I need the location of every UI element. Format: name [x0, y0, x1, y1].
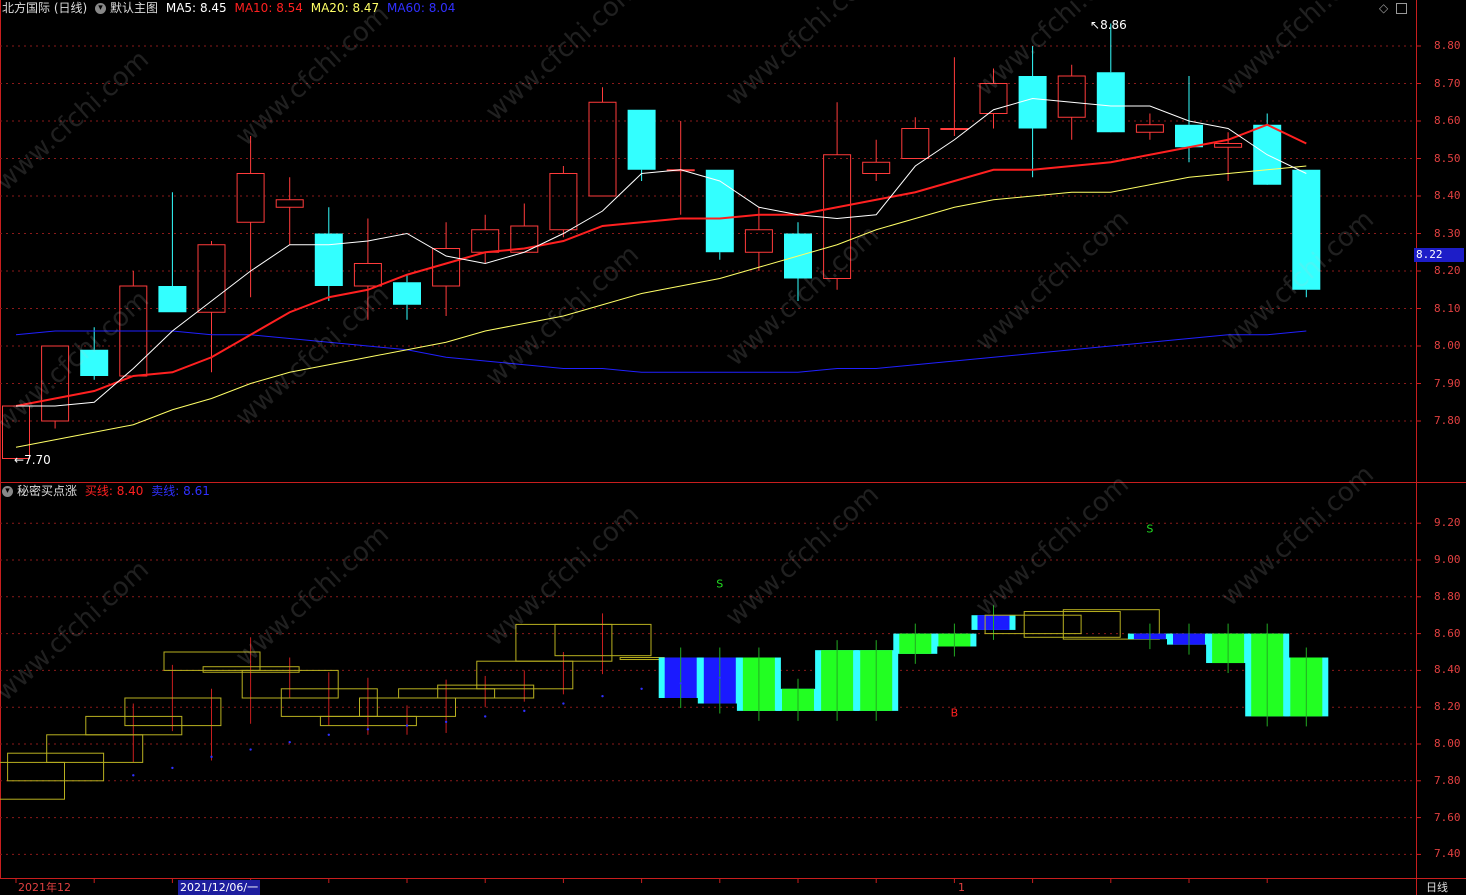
current-price-tag: 8.22 — [1414, 248, 1464, 262]
low-price-label: 7.70 — [24, 453, 51, 467]
indicator-tick-label: 7.80 — [1434, 773, 1461, 787]
ma20-label: MA20: — [310, 1, 349, 15]
ma60-value: 8.04 — [428, 1, 456, 15]
indicator-box-flat — [619, 657, 665, 661]
diamond-icon[interactable]: ◇ — [1379, 1, 1388, 15]
ma60-label: MA60: — [386, 1, 425, 15]
indicator-dot — [562, 702, 565, 705]
low-arrow-icon: ← — [14, 453, 25, 467]
candle-up — [940, 128, 969, 130]
price-tick-label: 8.60 — [1434, 114, 1461, 127]
indicator-dot — [640, 687, 643, 690]
ma5-line — [16, 97, 1307, 407]
indicator-dot — [288, 740, 291, 744]
indicator-tick-label: 8.20 — [1434, 700, 1461, 714]
candle-up — [549, 173, 578, 231]
ma5-label: MA5: — [165, 1, 197, 15]
upper-header: 北方国际 (日线) ▾ 默认主图 MA5: 8.45 MA10: 8.54 MA2… — [2, 0, 459, 16]
candle-up — [588, 101, 617, 197]
price-tick-label: 8.40 — [1434, 189, 1461, 202]
candle-up — [275, 199, 304, 208]
ma10-label: MA10: — [234, 1, 273, 15]
indicator-dot — [132, 774, 135, 777]
price-tick-label: 7.80 — [1434, 414, 1461, 427]
indicator-dot — [484, 715, 487, 718]
price-tick-label: 8.50 — [1434, 151, 1461, 165]
indicator-dot — [679, 682, 682, 685]
price-tick-label: 8.80 — [1434, 39, 1461, 52]
indicator-tick-label: 8.60 — [1434, 626, 1461, 640]
indicator-menu-icon[interactable]: ▾ — [2, 486, 13, 497]
candle-down — [314, 233, 343, 286]
candle-down — [627, 109, 656, 170]
price-tick-label: 8.70 — [1434, 76, 1461, 90]
indicator-box-hollow — [7, 752, 105, 782]
candle-up — [901, 128, 930, 159]
price-tick-label: 8.20 — [1434, 264, 1461, 277]
candle-up — [862, 161, 891, 174]
candle-down — [1175, 124, 1203, 148]
price-tick-label: 8.30 — [1434, 226, 1461, 240]
indicator-dot — [444, 720, 448, 724]
indicator-tick-label: 8.80 — [1434, 589, 1461, 603]
indicator-dot — [249, 748, 252, 751]
template-menu-icon[interactable]: ▾ — [95, 3, 107, 14]
date-tick-1: 1 — [958, 881, 965, 894]
indicator-dot — [210, 755, 213, 759]
candle-down — [1018, 76, 1047, 129]
buy-line-label: 买线: — [84, 484, 113, 498]
indicator-tick-label: 9.00 — [1434, 553, 1461, 566]
candle-up — [197, 244, 226, 313]
candle-up — [1214, 143, 1243, 148]
indicator-dot — [523, 709, 526, 713]
indicator-box-hollow — [46, 734, 144, 763]
template-name[interactable]: 默认主图 — [110, 1, 158, 15]
indicator-dot — [366, 728, 370, 731]
ma5-value: 8.45 — [199, 1, 227, 15]
high-price-label: 8.86 — [1100, 18, 1127, 32]
price-tick-label: 8.00 — [1434, 339, 1461, 352]
indicator-dot — [718, 676, 721, 679]
candle-down — [1096, 72, 1125, 133]
sell-signal: S — [1146, 522, 1153, 535]
candle-down — [705, 169, 734, 253]
candle-up — [1057, 75, 1086, 118]
window-box-icon[interactable] — [1396, 3, 1408, 14]
indicator-dot — [405, 724, 409, 727]
stock-title[interactable]: 北方国际 (日线) — [2, 1, 87, 15]
sell-signal: S — [716, 578, 723, 591]
candle-up — [1135, 124, 1164, 133]
indicator-tick-label: 8.40 — [1434, 663, 1461, 677]
price-tick-label: 8.10 — [1434, 301, 1461, 315]
indicator-dot — [601, 694, 604, 698]
period-selector[interactable]: 日线 — [1426, 880, 1448, 895]
high-price-annotation: ↖8.86 — [1090, 18, 1127, 32]
sell-line-label: 卖线: — [151, 484, 180, 498]
indicator-tick-label: 8.00 — [1434, 737, 1461, 750]
price-tick-label: 7.90 — [1434, 376, 1461, 390]
indicator-dot — [171, 766, 174, 770]
candle-down — [158, 286, 187, 313]
indicator-tick-label: 7.40 — [1434, 847, 1461, 861]
indicator-name[interactable]: 秘密买点涨 — [17, 484, 77, 498]
indicator-tick-label: 9.20 — [1434, 516, 1461, 530]
lower-header: ▾ 秘密买点涨 买线: 8.40 卖线: 8.61 — [2, 483, 214, 499]
chart-canvas[interactable]: S S B — [0, 0, 1466, 895]
indicator-dot — [327, 733, 330, 736]
low-price-annotation: ←7.70 — [14, 453, 51, 467]
ma60-line — [15, 330, 1307, 373]
ma10-value: 8.54 — [276, 1, 303, 15]
ma10-line — [15, 123, 1307, 407]
candle-down — [393, 282, 421, 305]
buy-signal: B — [951, 706, 959, 719]
sell-line-value: 8.61 — [183, 484, 210, 498]
buy-line-value: 8.40 — [116, 484, 144, 498]
indicator-tick-label: 7.60 — [1434, 810, 1461, 824]
candle-up — [236, 173, 265, 223]
high-arrow-icon: ↖ — [1090, 18, 1101, 32]
month-label: 2021年12 — [18, 881, 71, 894]
cursor-date: 2021/12/06/一 — [178, 880, 261, 895]
window-controls: ◇ — [1379, 0, 1411, 16]
